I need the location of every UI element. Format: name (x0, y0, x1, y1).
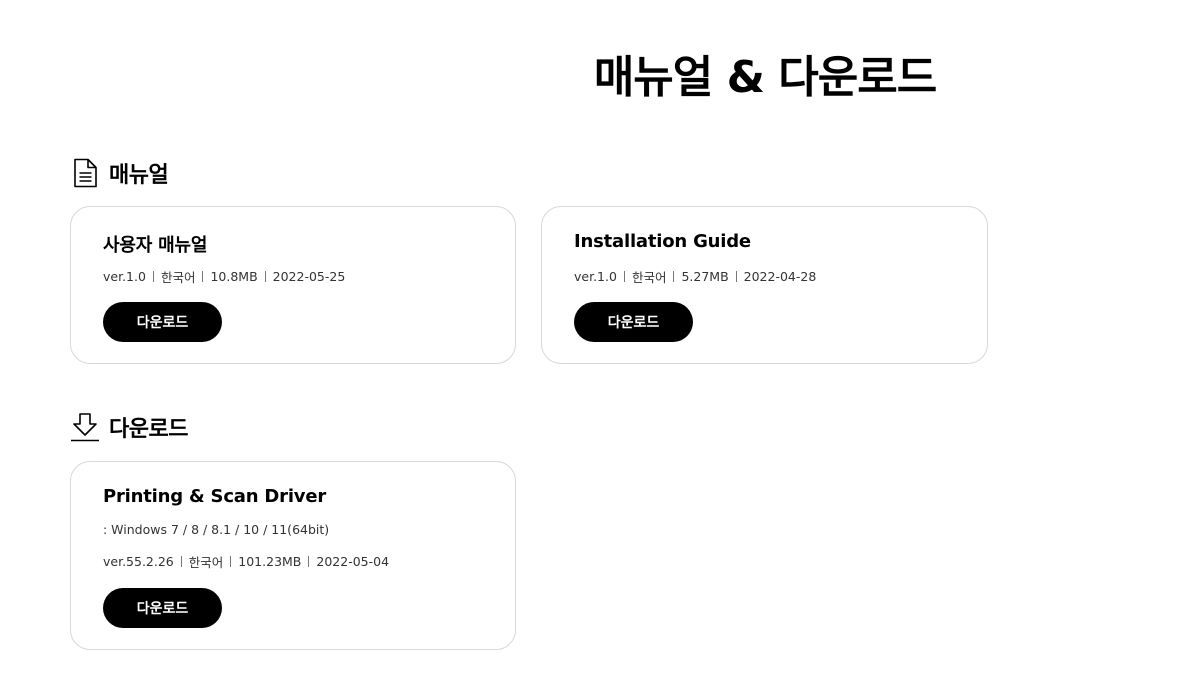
file-meta: ver.55.2.26 한국어 101.23MB 2022-05-04 (103, 552, 389, 571)
divider (735, 271, 737, 282)
page-title: 매뉴얼 & 다운로드 (593, 52, 937, 103)
file-language: 한국어 (631, 270, 667, 285)
section-title-download: 다운로드 (109, 417, 188, 442)
manual-card-user-manual: 사용자 매뉴얼 ver.1.0 한국어 10.8MB 2022-05-25 다운… (70, 206, 516, 364)
divider (180, 556, 182, 567)
divider (202, 271, 204, 282)
file-version: ver.1.0 (103, 269, 146, 284)
page: 매뉴얼 & 다운로드 매뉴얼 사용자 매뉴얼 ver.1.0 한국어 10.8M… (0, 0, 1187, 699)
file-version: ver.55.2.26 (103, 554, 174, 569)
divider (152, 271, 154, 282)
file-language: 한국어 (160, 270, 196, 285)
download-button[interactable]: 다운로드 (103, 588, 222, 628)
card-title: Printing & Scan Driver (103, 486, 327, 507)
file-meta: ver.1.0 한국어 10.8MB 2022-05-25 (103, 267, 345, 286)
section-header-download: 다운로드 (70, 411, 188, 443)
file-size: 5.27MB (681, 269, 729, 284)
os-compatibility: : Windows 7 / 8 / 8.1 / 10 / 11(64bit) (103, 522, 330, 537)
file-meta: ver.1.0 한국어 5.27MB 2022-04-28 (574, 267, 816, 286)
file-date: 2022-04-28 (743, 269, 817, 284)
divider (673, 271, 675, 282)
file-version: ver.1.0 (574, 269, 617, 284)
file-size: 101.23MB (238, 554, 302, 569)
divider (264, 271, 266, 282)
file-size: 10.8MB (210, 269, 258, 284)
manual-card-installation-guide: Installation Guide ver.1.0 한국어 5.27MB 20… (541, 206, 988, 364)
download-arrow-icon (70, 412, 100, 442)
document-icon (70, 158, 100, 188)
card-title: 사용자 매뉴얼 (103, 235, 208, 256)
card-title: Installation Guide (574, 231, 751, 252)
section-header-manual: 매뉴얼 (70, 157, 169, 189)
file-date: 2022-05-04 (316, 554, 390, 569)
section-title-manual: 매뉴얼 (109, 163, 169, 188)
divider (623, 271, 625, 282)
download-card-printing-scan-driver: Printing & Scan Driver : Windows 7 / 8 /… (70, 461, 516, 650)
divider (308, 556, 310, 567)
download-button[interactable]: 다운로드 (574, 302, 693, 342)
file-date: 2022-05-25 (272, 269, 346, 284)
download-button[interactable]: 다운로드 (103, 302, 222, 342)
divider (230, 556, 232, 567)
file-language: 한국어 (188, 555, 224, 570)
